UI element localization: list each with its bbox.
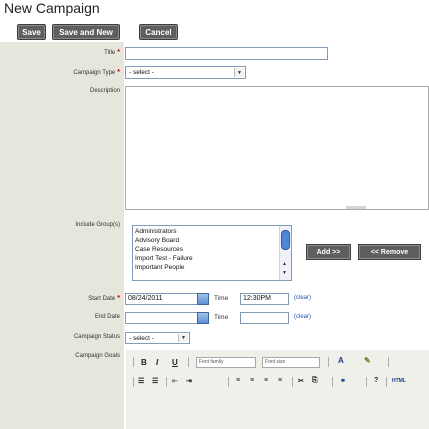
help-icon[interactable]: ? <box>374 377 378 384</box>
description-textarea[interactable] <box>125 86 429 210</box>
add-group-button[interactable]: Add >> <box>306 244 351 260</box>
end-date-input[interactable] <box>125 312 199 324</box>
clear-start-link[interactable]: (clear) <box>294 295 311 301</box>
campaign-goals-label: Campaign Goals <box>75 353 120 359</box>
font-size-value: Font size <box>265 359 286 365</box>
title-input[interactable] <box>125 47 328 60</box>
align-right-icon[interactable]: ≡ <box>264 377 268 384</box>
title-label: Title * <box>104 49 120 56</box>
scrollbar-thumb[interactable] <box>281 230 290 250</box>
list-item[interactable]: Important People <box>135 262 291 273</box>
chevron-down-icon: ▼ <box>178 334 188 342</box>
label-column: Title * Campaign Type * Description Includ… <box>0 42 124 429</box>
campaign-type-value: - select - <box>129 69 154 76</box>
calendar-icon[interactable] <box>197 293 209 305</box>
underline-button[interactable]: U <box>172 358 178 367</box>
page-title: New Campaign <box>4 0 100 16</box>
scroll-down-icon[interactable]: ▼ <box>282 268 287 279</box>
calendar-icon[interactable] <box>197 312 209 324</box>
link-icon[interactable]: ⚭ <box>340 377 346 385</box>
chevron-down-icon: ▼ <box>234 68 244 77</box>
copy-icon[interactable]: ⎘ <box>312 377 318 385</box>
include-groups-label: Include Group(s) <box>75 222 120 228</box>
font-family-select[interactable]: Font family <box>196 357 256 368</box>
end-date-label: End Date <box>94 314 120 320</box>
indent-icon[interactable]: ⇥ <box>186 377 192 385</box>
highlight-color-icon[interactable]: ✎ <box>364 356 371 365</box>
campaign-status-value: - select - <box>129 334 154 342</box>
text-color-icon[interactable]: A <box>338 356 344 365</box>
end-time-label: Time <box>214 314 229 321</box>
align-justify-icon[interactable]: ≡ <box>278 377 282 384</box>
campaign-type-label: Campaign Type * <box>73 69 120 76</box>
html-icon[interactable]: HTML <box>392 378 406 384</box>
unordered-list-icon[interactable]: ☰ <box>152 377 158 385</box>
italic-button[interactable]: I <box>156 358 158 367</box>
clear-end-link[interactable]: (clear) <box>294 314 311 320</box>
outdent-icon[interactable]: ⇤ <box>172 377 178 385</box>
cut-icon[interactable]: ✂ <box>298 377 304 385</box>
description-label: Description <box>89 88 120 94</box>
include-groups-listbox[interactable]: Administrators Advisory Board Case Resou… <box>132 225 292 281</box>
end-time-input[interactable] <box>240 312 289 324</box>
bold-button[interactable]: B <box>141 358 147 367</box>
remove-group-button[interactable]: << Remove <box>358 244 421 260</box>
listbox-scrollbar[interactable]: ▲ ▼ <box>279 226 291 280</box>
align-left-icon[interactable]: ≡ <box>236 377 240 384</box>
campaign-status-label: Campaign Status <box>73 334 120 340</box>
save-button[interactable]: Save <box>17 24 46 40</box>
save-and-new-button[interactable]: Save and New <box>52 24 120 40</box>
start-time-input[interactable]: 12:30PM <box>240 293 289 305</box>
resize-handle[interactable] <box>346 206 366 209</box>
font-size-select[interactable]: Font size <box>262 357 320 368</box>
align-center-icon[interactable]: ≡ <box>250 377 254 384</box>
cancel-button[interactable]: Cancel <box>139 24 178 40</box>
font-family-value: Font family <box>199 359 224 365</box>
start-date-input[interactable]: 08/24/2011 <box>125 293 199 305</box>
start-date-label: Start Date * <box>88 295 120 302</box>
rich-text-editor[interactable]: B I U Font family Font size A ✎ ☰ ☰ ⇤ ⇥ … <box>126 350 429 429</box>
ordered-list-icon[interactable]: ☰ <box>138 377 144 385</box>
campaign-status-select[interactable]: - select - ▼ <box>125 332 190 344</box>
campaign-type-select[interactable]: - select - ▼ <box>125 66 246 79</box>
start-time-label: Time <box>214 295 229 302</box>
